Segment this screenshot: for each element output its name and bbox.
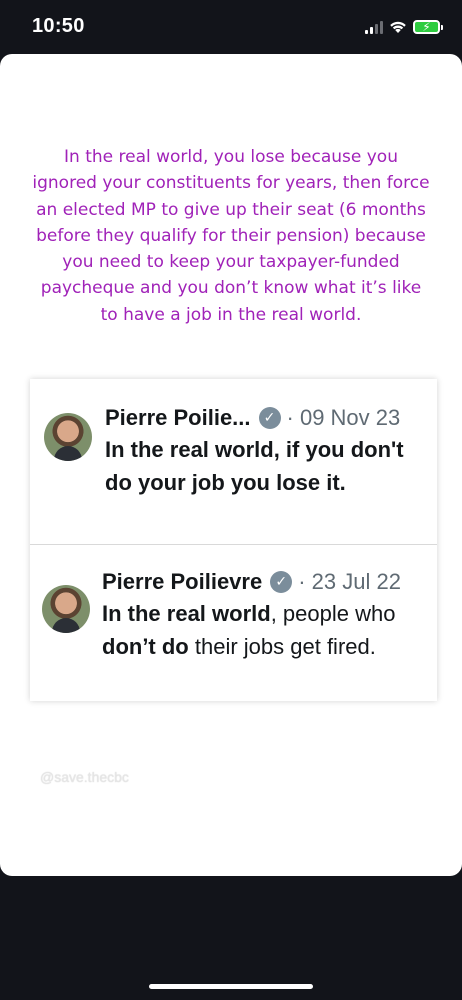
- verified-badge-icon: ✓: [258, 407, 281, 429]
- home-indicator[interactable]: [149, 984, 313, 989]
- wifi-icon: [390, 21, 406, 33]
- avatar: [42, 585, 90, 633]
- tweet-text: In the real world, people who don’t do t…: [102, 597, 432, 663]
- tweet-date: · 09 Nov 23: [286, 405, 401, 430]
- tweet-author-name: Pierre Poilievre: [102, 569, 263, 594]
- tweet-header: Pierre Poilievre ✓ · 23 Jul 22: [102, 569, 401, 595]
- tweet-text-bold: In the real world: [102, 601, 271, 626]
- status-icons: ⚡: [365, 18, 443, 36]
- status-bar: 10:50 ⚡: [0, 0, 462, 54]
- tweet-text-bold: don’t do: [102, 634, 189, 659]
- tweet-header: Pierre Poilie... ✓ · 09 Nov 23: [105, 405, 400, 431]
- tweet-date: · 23 Jul 22: [298, 569, 401, 594]
- status-time: 10:50: [32, 15, 85, 37]
- watermark: @save.thecbc: [40, 769, 129, 785]
- tweet-screenshot: Pierre Poilie... ✓ · 09 Nov 23 In the re…: [30, 379, 437, 701]
- tweet-text: In the real world, if you don't do your …: [105, 437, 404, 495]
- divider: [30, 544, 437, 545]
- battery-charging-icon: ⚡: [413, 20, 443, 34]
- tweet-text-regular: , people who: [270, 601, 396, 626]
- story-card: In the real world, you lose because you …: [0, 54, 462, 876]
- avatar: [44, 413, 92, 461]
- cellular-signal-icon: [365, 20, 383, 34]
- tweet-author-name: Pierre Poilie...: [105, 405, 251, 430]
- tweet-text-regular: their jobs get fired.: [188, 634, 376, 659]
- verified-badge-icon: ✓: [270, 571, 293, 593]
- caption-text: In the real world, you lose because you …: [32, 147, 430, 325]
